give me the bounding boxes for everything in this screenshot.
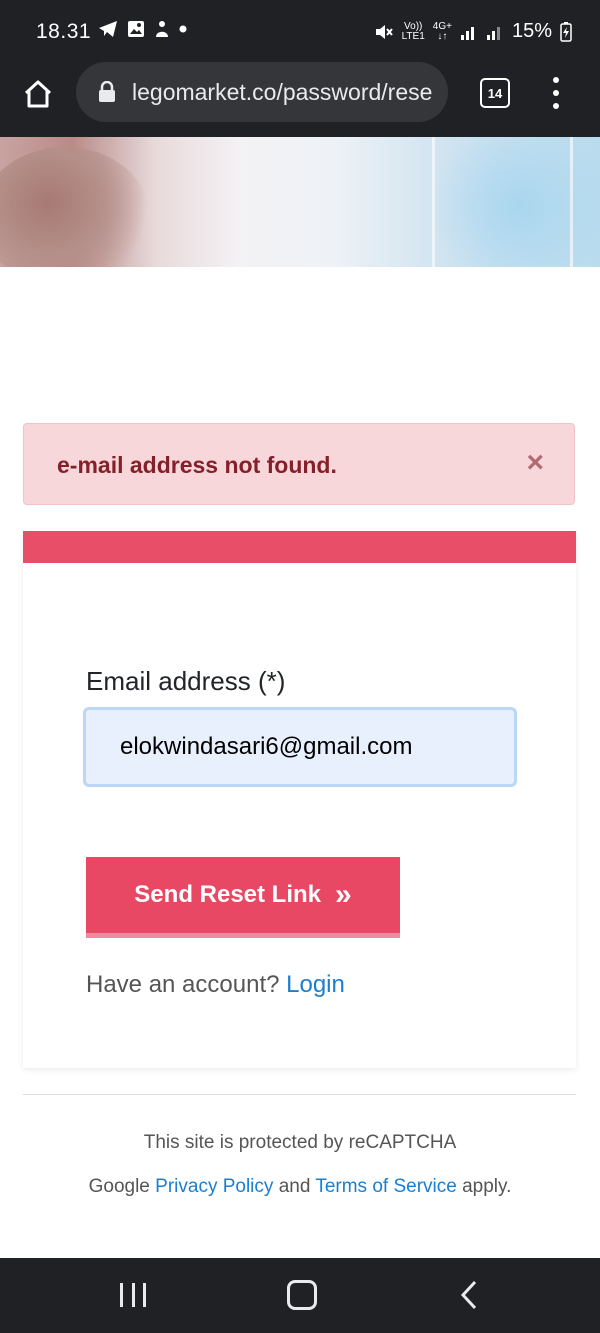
- volte-indicator: Vo)) LTE1: [401, 20, 425, 42]
- password-reset-card: Email address (*) Send Reset Link » Have…: [23, 531, 576, 1068]
- telegram-icon: [99, 21, 117, 37]
- back-icon[interactable]: [458, 1279, 480, 1311]
- network-indicator: 4G+ ↓↑: [432, 20, 452, 42]
- account-prompt: Have an account? Login: [86, 971, 345, 999]
- hero-banner-image: [0, 137, 600, 267]
- lock-icon: [99, 81, 115, 102]
- app-notification-icon: [156, 21, 168, 37]
- tab-switcher-button[interactable]: 14: [480, 78, 510, 108]
- gallery-icon: [128, 21, 144, 37]
- card-accent-bar: [23, 531, 576, 563]
- home-button-icon[interactable]: [287, 1280, 317, 1310]
- email-field[interactable]: [83, 707, 517, 787]
- email-label: Email address (*): [86, 666, 286, 696]
- signal-icon-2: [486, 26, 500, 40]
- more-notifications-icon: [179, 25, 187, 33]
- send-reset-link-button[interactable]: Send Reset Link »: [86, 857, 400, 938]
- privacy-policy-link[interactable]: Privacy Policy: [155, 1176, 273, 1197]
- alert-message: e-mail address not found.: [57, 452, 337, 478]
- terms-of-service-link[interactable]: Terms of Service: [315, 1176, 456, 1197]
- send-reset-link-label: Send Reset Link: [134, 881, 322, 908]
- apply-text: apply.: [462, 1176, 512, 1197]
- account-prompt-text: Have an account?: [86, 971, 280, 998]
- battery-percent: 15%: [511, 20, 552, 42]
- system-navigation-bar: [0, 1258, 600, 1333]
- recaptcha-notice: This site is protected by reCAPTCHA: [143, 1132, 457, 1153]
- address-bar[interactable]: legomarket.co/password/rese: [76, 62, 448, 122]
- google-terms-notice: Google Privacy Policy and Terms of Servi…: [0, 1176, 600, 1198]
- overflow-menu-icon[interactable]: [550, 77, 562, 109]
- notification-icons: [98, 20, 187, 38]
- close-icon[interactable]: ×: [526, 446, 544, 480]
- recent-apps-icon[interactable]: [120, 1283, 146, 1307]
- battery-charging-icon: [560, 21, 572, 42]
- and-text: and: [278, 1176, 311, 1197]
- home-icon[interactable]: [22, 78, 54, 110]
- google-prefix: Google: [88, 1176, 150, 1197]
- status-time: 18.31: [36, 20, 92, 43]
- login-link[interactable]: Login: [286, 971, 345, 998]
- signal-icon: [460, 26, 474, 40]
- url-text: legomarket.co/password/rese: [132, 79, 433, 105]
- footer-divider: [23, 1094, 576, 1095]
- browser-toolbar: legomarket.co/password/rese 14: [0, 62, 600, 137]
- double-chevron-right-icon: »: [335, 878, 352, 911]
- mute-icon: [375, 24, 393, 39]
- status-bar: 18.31 Vo)) LTE1 4G+ ↓↑ 15%: [0, 0, 600, 62]
- error-alert: e-mail address not found. ×: [23, 423, 575, 505]
